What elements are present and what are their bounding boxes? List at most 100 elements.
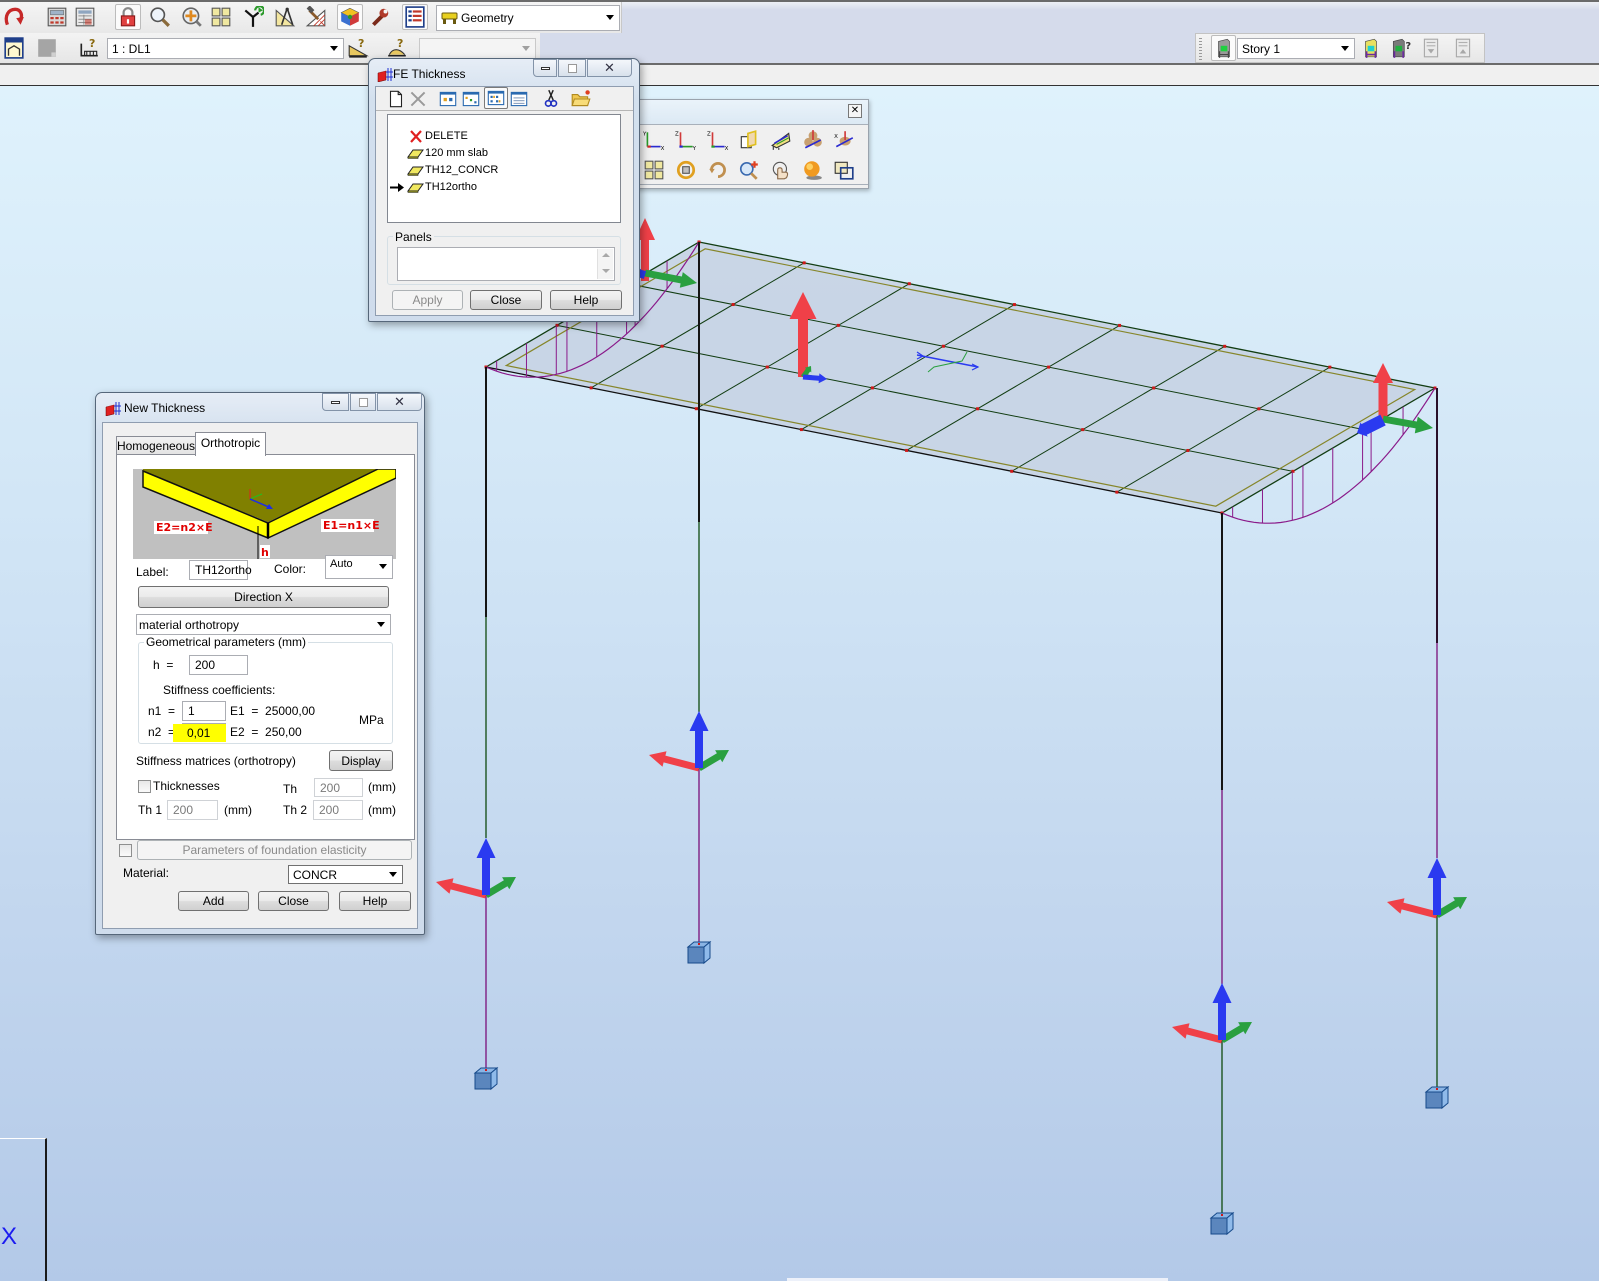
svg-text:Z: Z xyxy=(675,132,679,138)
apply-button: Apply xyxy=(392,290,463,310)
overlap-button[interactable] xyxy=(831,157,857,183)
view-xy-button[interactable]: YX xyxy=(641,127,667,153)
mesh-node xyxy=(941,344,945,348)
h-value: 200 xyxy=(195,658,216,672)
support-cube-front xyxy=(1425,1091,1443,1109)
predefined-views-icon xyxy=(644,160,664,180)
support-cube-front xyxy=(474,1072,492,1090)
render-button[interactable] xyxy=(800,157,826,183)
orthotropy-type-combo[interactable]: material orthotropy xyxy=(136,614,391,635)
node-axis-y-arrow xyxy=(1382,415,1433,434)
mesh-node xyxy=(1115,490,1119,494)
section-cut-button[interactable] xyxy=(736,127,762,153)
minimize-button[interactable] xyxy=(533,59,557,77)
divider xyxy=(376,110,633,111)
direction-x-button[interactable]: Direction X xyxy=(138,586,389,608)
label-input[interactable]: TH12ortho xyxy=(189,560,252,580)
maximize-icon xyxy=(358,397,368,407)
geometrical-parameters-label: Geometrical parameters (mm) xyxy=(144,635,309,649)
open-folder-icon xyxy=(571,90,591,107)
label-caption: Label: xyxy=(136,565,169,579)
slab-icon xyxy=(407,149,424,159)
thicknesses-checkbox[interactable] xyxy=(138,780,151,793)
thickness-list[interactable]: DELETE 120 mm slab TH12_CONCR TH12ortho xyxy=(387,114,621,223)
rotate-button[interactable] xyxy=(705,157,731,183)
material-value: CONCR xyxy=(293,867,337,882)
panels-scrollbar[interactable] xyxy=(597,249,613,279)
th1-input: 200 xyxy=(167,800,218,820)
tab-homogeneous[interactable]: Homogeneous xyxy=(116,436,196,455)
add-button[interactable]: Add xyxy=(178,891,249,911)
scroll-down-icon[interactable] xyxy=(602,269,610,273)
divider xyxy=(634,124,868,125)
color-caption: Color: xyxy=(274,562,307,576)
view-toolbar-panel: ✕ YX ZY ZX X xyxy=(633,99,869,189)
panels-input[interactable] xyxy=(397,247,615,281)
minimize-icon xyxy=(540,66,550,70)
rotate-3d-button[interactable] xyxy=(800,127,826,153)
mesh-node xyxy=(905,448,909,452)
mesh-node xyxy=(1152,386,1156,390)
support-node xyxy=(1221,1214,1223,1216)
new-thickness-button[interactable] xyxy=(384,88,408,110)
th1-unit: (mm) xyxy=(224,803,252,817)
n2-caption: n2 = xyxy=(148,725,176,739)
h-label: h xyxy=(261,546,269,559)
predefined-views-button[interactable] xyxy=(641,157,667,183)
overlap-icon xyxy=(834,161,854,180)
large-icons-button[interactable] xyxy=(436,88,460,110)
rotate-axis-button[interactable]: X xyxy=(831,127,857,153)
view-zy-button[interactable]: ZY xyxy=(673,127,699,153)
view-zx-button[interactable]: ZX xyxy=(705,127,731,153)
help-button[interactable]: Help xyxy=(550,290,622,310)
th-input: 200 xyxy=(314,778,363,797)
cut-button[interactable] xyxy=(539,88,563,110)
list-item-selected[interactable]: TH12ortho xyxy=(389,179,477,195)
new-thickness-dialog: New Thickness ✕ Homogeneous Orthotropic xyxy=(95,392,425,935)
small-icons-button[interactable] xyxy=(459,88,483,110)
list-item[interactable]: TH12_CONCR xyxy=(389,162,498,178)
color-combo[interactable]: Auto xyxy=(325,555,393,579)
foundation-checkbox[interactable] xyxy=(119,844,132,857)
close-button[interactable]: Close xyxy=(470,290,542,310)
list-item[interactable]: 120 mm slab xyxy=(389,145,488,161)
orbit-button[interactable] xyxy=(673,157,699,183)
close-button[interactable]: ✕ xyxy=(587,59,632,77)
h-input[interactable]: 200 xyxy=(189,655,248,675)
details-view-button[interactable] xyxy=(507,88,531,110)
help-button[interactable]: Help xyxy=(339,891,411,911)
new-document-icon xyxy=(389,90,403,108)
e2-value: E2 = 250,00 xyxy=(230,725,302,739)
list-item[interactable]: DELETE xyxy=(389,128,468,144)
fe-thickness-dialog: FE Thickness ✕ DELETE 120 mm slab TH12_C… xyxy=(368,58,640,322)
mesh-node xyxy=(907,282,911,286)
thickness-icon xyxy=(377,68,393,82)
support-axis-x-arrow xyxy=(1172,1023,1223,1044)
open-button[interactable] xyxy=(569,88,593,110)
tab-orthotropic[interactable]: Orthotropic xyxy=(195,432,266,456)
pan-button[interactable] xyxy=(768,157,794,183)
orthotropy-type-value: material orthotropy xyxy=(139,617,240,632)
perspective-button[interactable] xyxy=(768,127,794,153)
view-toolbar-close-button[interactable]: ✕ xyxy=(848,104,862,118)
th1-caption: Th 1 xyxy=(138,803,163,817)
close-button[interactable]: Close xyxy=(258,891,329,911)
view-toolbar-titlebar[interactable] xyxy=(634,100,868,124)
support-cube-front xyxy=(687,946,705,964)
divider xyxy=(634,184,868,185)
zoom-in-button[interactable] xyxy=(736,157,762,183)
scroll-up-icon[interactable] xyxy=(602,253,610,257)
panels-label: Panels xyxy=(393,230,434,244)
n1-input[interactable]: 1 xyxy=(182,701,226,721)
fe-thickness-client: DELETE 120 mm slab TH12_CONCR TH12ortho … xyxy=(375,86,634,316)
display-button[interactable]: Display xyxy=(329,750,393,771)
close-button[interactable]: ✕ xyxy=(377,393,422,411)
list-view-button[interactable] xyxy=(484,87,508,109)
mesh-node xyxy=(765,365,769,369)
material-combo[interactable]: CONCR xyxy=(288,865,403,884)
minimize-icon xyxy=(331,400,340,404)
color-value: Auto xyxy=(330,558,353,570)
list-view-icon xyxy=(487,90,505,106)
view-zx-icon: ZX xyxy=(707,132,729,151)
minimize-button[interactable] xyxy=(322,393,349,411)
